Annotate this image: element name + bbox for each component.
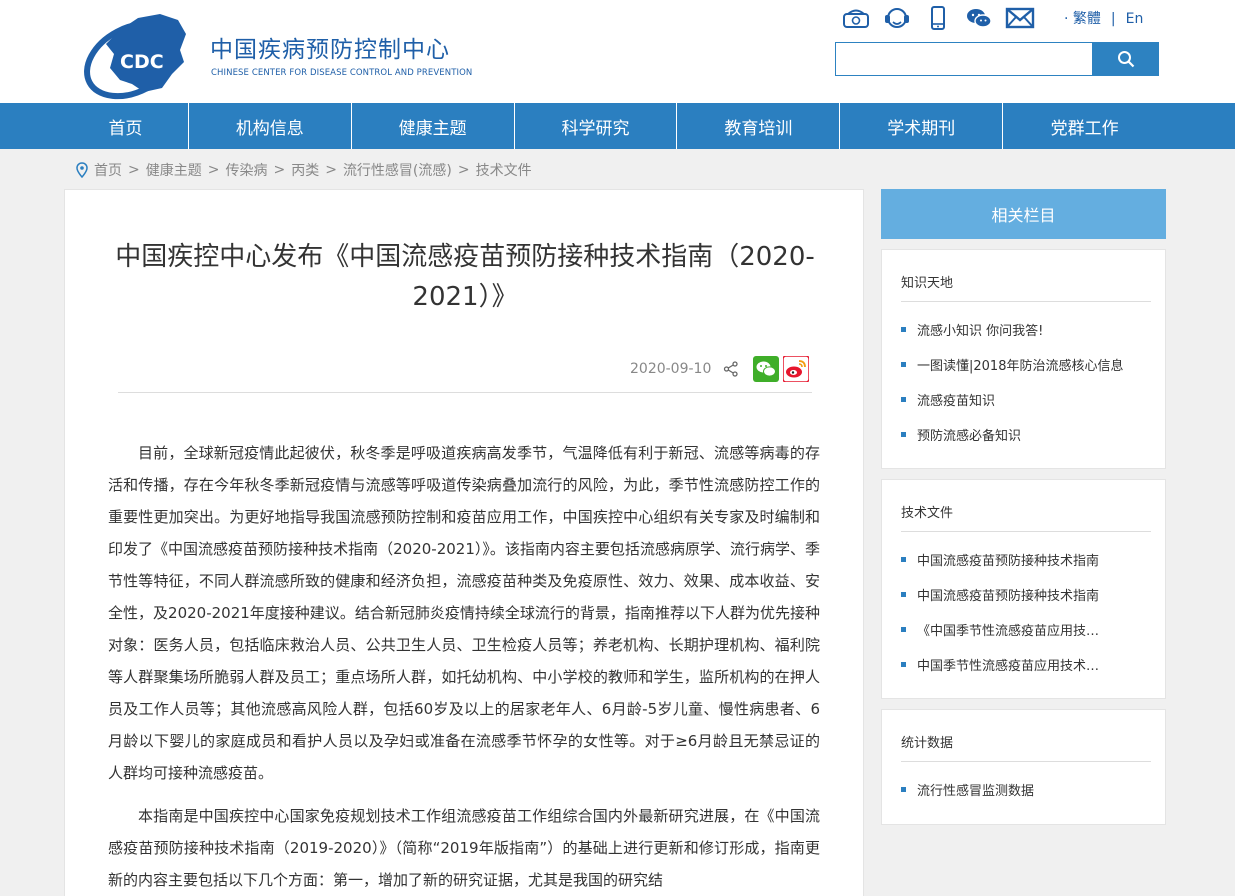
article-date: 2020-09-10 bbox=[630, 361, 712, 377]
sidebar-link[interactable]: 中国季节性流感疫苗应用技术指南 bbox=[901, 647, 1151, 682]
sidebar-link[interactable]: 中国流感疫苗预防接种技术指南 bbox=[901, 577, 1151, 612]
article-paragraph: 本指南是中国疾控中心国家免疫规划技术工作组流感疫苗工作组综合国内外最新研究进展，… bbox=[108, 807, 820, 889]
sidebar-link[interactable]: 《中国季节性流感疫苗应用技术指南》 bbox=[901, 612, 1151, 647]
main-nav: 首页 机构信息 健康主题 科学研究 教育培训 学术期刊 党群工作 bbox=[0, 103, 1235, 149]
sidebar-link[interactable]: 一图读懂|2018年防治流感核心信息 bbox=[901, 347, 1151, 382]
sidebar-section-statistics: 统计数据 流行性感冒监测数据 bbox=[881, 709, 1166, 825]
breadcrumb-influenza[interactable]: 流行性感冒(流感) bbox=[343, 160, 452, 180]
sidebar-link[interactable]: 流感小知识 你问我答! bbox=[901, 312, 1151, 347]
breadcrumb-separator: > bbox=[273, 162, 286, 178]
search-button[interactable] bbox=[1093, 42, 1159, 76]
language-switcher: · 繁體 | En bbox=[1064, 8, 1143, 28]
article-title: 中国疾控中心发布《中国流感疫苗预防接种技术指南（2020-2021）》 bbox=[115, 242, 815, 312]
breadcrumb-separator: > bbox=[207, 162, 220, 178]
nav-item-journals[interactable]: 学术期刊 bbox=[840, 103, 1004, 149]
site-header: CDC 中国疾病预防控制中心 CHINESE CENTER FOR DISEAS… bbox=[0, 0, 1235, 103]
nav-item-institution[interactable]: 机构信息 bbox=[189, 103, 352, 149]
article-body: 目前，全球新冠疫情此起彼伏，秋冬季是呼吸道疾病高发季节，气温降低有利于新冠、流感… bbox=[108, 437, 820, 896]
sidebar-section-technical-docs: 技术文件 中国流感疫苗预防接种技术指南 中国流感疫苗预防接种技术指南 《中国季节… bbox=[881, 479, 1166, 699]
title-divider bbox=[118, 392, 812, 393]
bullet-icon bbox=[901, 432, 906, 437]
sidebar-section-knowledge: 知识天地 流感小知识 你问我答! 一图读懂|2018年防治流感核心信息 流感疫苗… bbox=[881, 249, 1166, 469]
search-input[interactable] bbox=[835, 42, 1093, 76]
article-meta: 2020-09-10 bbox=[630, 356, 810, 382]
customer-service-icon[interactable] bbox=[881, 4, 913, 32]
sidebar-section-title: 知识天地 bbox=[901, 276, 954, 291]
sidebar-link[interactable]: 流行性感冒监测数据 bbox=[901, 772, 1151, 807]
svg-text:CDC: CDC bbox=[120, 51, 164, 73]
nav-item-home[interactable]: 首页 bbox=[63, 103, 189, 149]
mail-icon[interactable] bbox=[1004, 4, 1036, 32]
sidebar-link[interactable]: 预防流感必备知识 bbox=[901, 417, 1151, 452]
lang-english-link[interactable]: En bbox=[1126, 11, 1144, 27]
wechat-share-icon[interactable] bbox=[753, 356, 780, 382]
bullet-icon bbox=[901, 557, 906, 562]
location-pin-icon bbox=[76, 162, 88, 178]
share-icon[interactable] bbox=[723, 360, 741, 378]
nav-item-health-topics[interactable]: 健康主题 bbox=[352, 103, 515, 149]
nav-item-party[interactable]: 党群工作 bbox=[1003, 103, 1166, 149]
wechat-icon[interactable] bbox=[963, 4, 995, 32]
bullet-icon bbox=[901, 627, 906, 632]
breadcrumb-technical-docs[interactable]: 技术文件 bbox=[476, 160, 532, 180]
sidebar-divider bbox=[901, 761, 1151, 762]
top-utility-icons bbox=[840, 4, 1045, 32]
related-columns-header: 相关栏目 bbox=[881, 189, 1166, 239]
org-name-cn: 中国疾病预防控制中心 bbox=[210, 37, 450, 63]
cdc-logo[interactable]: CDC bbox=[80, 4, 198, 100]
breadcrumb-separator: > bbox=[457, 162, 470, 178]
sidebar-section-title: 统计数据 bbox=[901, 736, 954, 751]
mobile-icon[interactable] bbox=[922, 4, 954, 32]
bullet-icon bbox=[901, 787, 906, 792]
nav-item-education[interactable]: 教育培训 bbox=[677, 103, 841, 149]
bullet-icon bbox=[901, 397, 906, 402]
breadcrumb-home[interactable]: 首页 bbox=[94, 160, 122, 180]
breadcrumb-class-c[interactable]: 丙类 bbox=[291, 160, 319, 180]
weibo-share-icon[interactable] bbox=[783, 356, 810, 382]
breadcrumb-separator: > bbox=[128, 162, 140, 178]
sidebar-divider bbox=[901, 531, 1151, 532]
phone-icon[interactable] bbox=[840, 4, 872, 32]
sidebar-link[interactable]: 中国流感疫苗预防接种技术指南 bbox=[901, 542, 1151, 577]
sidebar-link[interactable]: 流感疫苗知识 bbox=[901, 382, 1151, 417]
lang-separator: | bbox=[1110, 11, 1116, 27]
article-panel: 中国疾控中心发布《中国流感疫苗预防接种技术指南（2020-2021）》 2020… bbox=[64, 189, 864, 896]
sidebar-divider bbox=[901, 301, 1151, 302]
bullet-icon bbox=[901, 592, 906, 597]
lang-traditional-link[interactable]: · 繁體 bbox=[1064, 11, 1101, 27]
org-name-en: CHINESE CENTER FOR DISEASE CONTROL AND P… bbox=[211, 68, 473, 78]
breadcrumb-health-topics[interactable]: 健康主题 bbox=[146, 160, 202, 180]
article-paragraph: 目前，全球新冠疫情此起彼伏，秋冬季是呼吸道疾病高发季节，气温降低有利于新冠、流感… bbox=[108, 444, 820, 782]
breadcrumb-infectious-disease[interactable]: 传染病 bbox=[225, 160, 267, 180]
bullet-icon bbox=[901, 662, 906, 667]
sidebar-section-title: 技术文件 bbox=[901, 506, 954, 521]
bullet-icon bbox=[901, 362, 906, 367]
search-icon bbox=[1118, 51, 1135, 68]
breadcrumb-separator: > bbox=[325, 162, 337, 178]
nav-item-research[interactable]: 科学研究 bbox=[515, 103, 678, 149]
breadcrumb: 首页 > 健康主题 > 传染病 > 丙类 > 流行性感冒(流感) > 技术文件 bbox=[76, 160, 532, 180]
bullet-icon bbox=[901, 327, 906, 332]
